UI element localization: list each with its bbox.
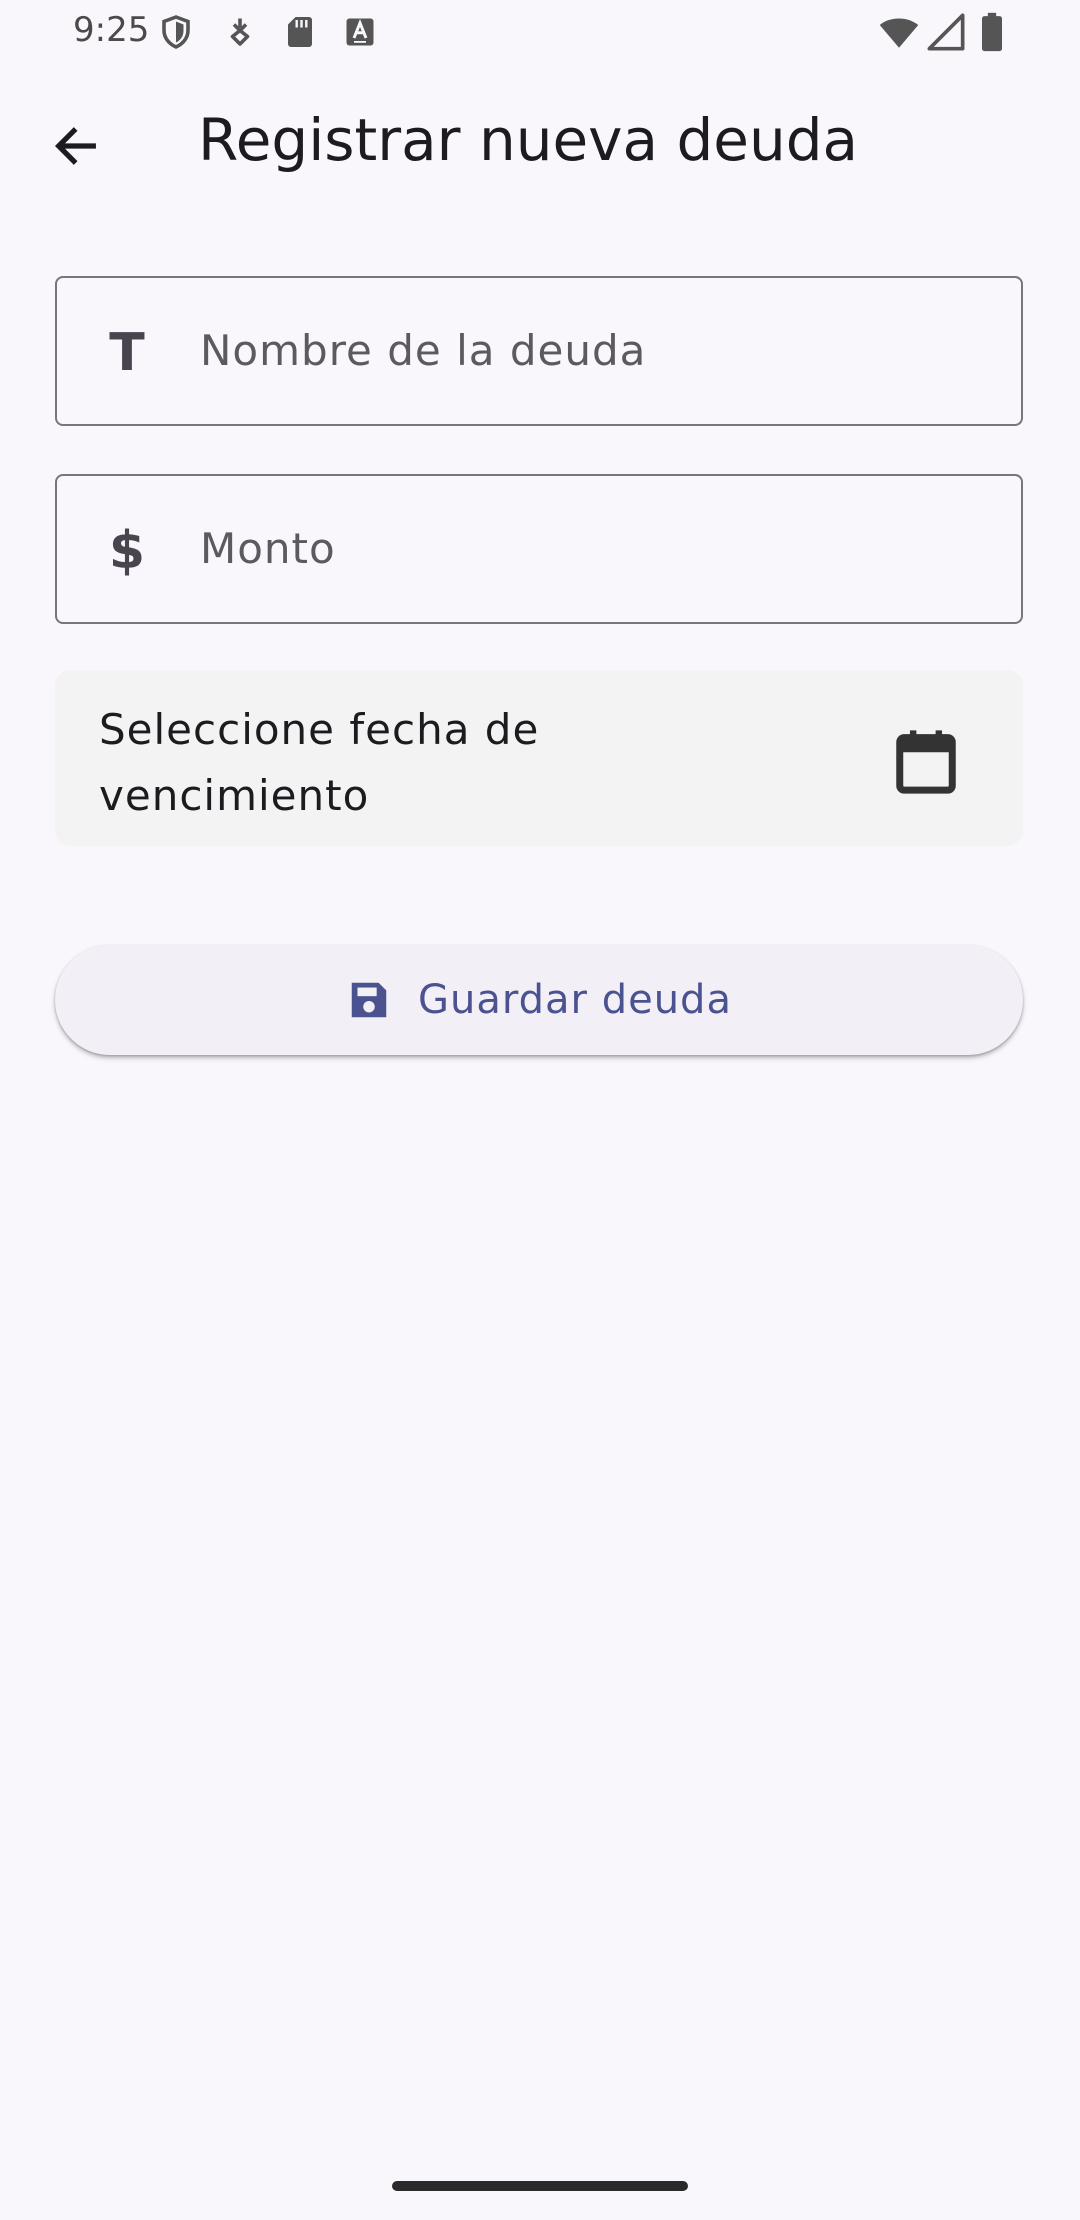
usb-debug-icon — [230, 18, 250, 46]
app-bar: Registrar nueva deuda — [0, 64, 1080, 224]
signal-icon — [927, 13, 965, 51]
save-icon — [351, 982, 387, 1018]
save-debt-button[interactable]: Guardar deuda — [55, 945, 1023, 1055]
page-title: Registrar nueva deuda — [198, 106, 859, 174]
dollar-icon: $ — [108, 521, 146, 581]
save-debt-label: Guardar deuda — [418, 977, 732, 1023]
accessibility-a-icon — [346, 18, 374, 46]
shield-icon — [162, 15, 190, 49]
arrow-back-icon — [54, 127, 96, 165]
debt-name-placeholder: Nombre de la deuda — [200, 326, 647, 375]
status-bar: 9:25 — [0, 0, 1080, 64]
amount-field[interactable]: $ Monto — [55, 474, 1023, 624]
calendar-icon[interactable] — [891, 726, 961, 796]
back-button[interactable] — [34, 104, 118, 188]
amount-placeholder: Monto — [200, 524, 336, 573]
home-indicator[interactable] — [392, 2181, 688, 2191]
due-date-label: Seleccione fecha de vencimiento — [99, 705, 540, 820]
due-date-picker[interactable]: Seleccione fecha de vencimiento — [55, 670, 1023, 846]
battery-icon — [982, 12, 1002, 52]
status-time: 9:25 — [73, 10, 150, 50]
wifi-icon — [879, 18, 919, 48]
text-T-icon: T — [109, 323, 145, 383]
sd-card-icon — [288, 17, 312, 47]
debt-name-field[interactable]: T Nombre de la deuda — [55, 276, 1023, 426]
